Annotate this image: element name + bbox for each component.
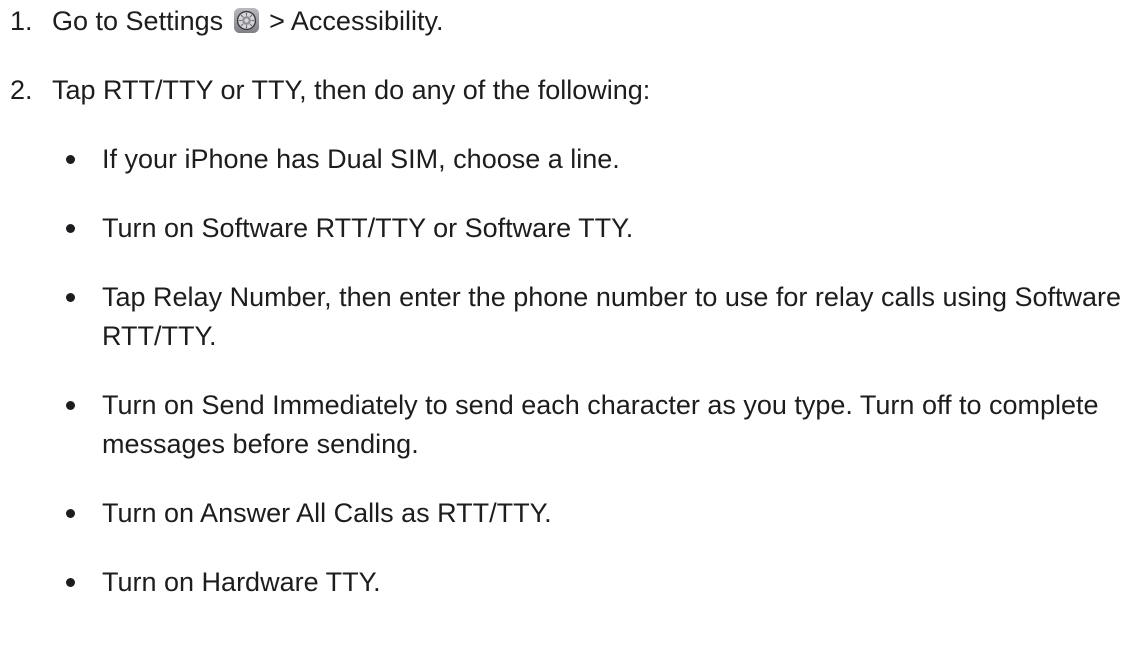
- list-item: Turn on Answer All Calls as RTT/TTY.: [52, 494, 1136, 533]
- list-item: Turn on Hardware TTY.: [52, 563, 1136, 602]
- bullet-dot: [66, 155, 75, 164]
- list-item-text: If your iPhone has Dual SIM, choose a li…: [102, 144, 620, 174]
- step-number: 1.: [10, 6, 33, 36]
- step-text: Go to Settings: [52, 6, 224, 36]
- bullet-dot: [66, 401, 75, 410]
- list-item-text: Turn on Answer All Calls as RTT/TTY.: [102, 498, 552, 528]
- instructions-document: 1. Go to Settings > Accessibility. 2. Ta…: [0, 2, 1136, 602]
- step-2: 2. Tap RTT/TTY or TTY, then do any of th…: [0, 71, 1136, 602]
- list-item-text: Turn on Software RTT/TTY or Software TTY…: [102, 213, 634, 243]
- step-text-after: > Accessibility.: [269, 6, 444, 36]
- settings-gear-icon: [233, 7, 259, 34]
- steps-list: 1. Go to Settings > Accessibility. 2. Ta…: [0, 2, 1136, 602]
- list-item: Turn on Send Immediately to send each ch…: [52, 386, 1136, 464]
- bullet-dot: [66, 578, 75, 587]
- list-item: Turn on Software RTT/TTY or Software TTY…: [52, 209, 1136, 248]
- list-item: Tap Relay Number, then enter the phone n…: [52, 278, 1136, 356]
- list-item-text: Tap Relay Number, then enter the phone n…: [102, 282, 1122, 351]
- bullet-dot: [66, 224, 75, 233]
- list-item: If your iPhone has Dual SIM, choose a li…: [52, 140, 1136, 179]
- bullet-dot: [66, 509, 75, 518]
- bullet-dot: [66, 293, 75, 302]
- step-1: 1. Go to Settings > Accessibility.: [0, 2, 1136, 41]
- list-item-text: Turn on Send Immediately to send each ch…: [102, 390, 1099, 459]
- step-number: 2.: [10, 75, 33, 105]
- list-item-text: Turn on Hardware TTY.: [102, 567, 381, 597]
- bullet-list: If your iPhone has Dual SIM, choose a li…: [52, 140, 1136, 602]
- step-text: Tap RTT/TTY or TTY, then do any of the f…: [52, 75, 651, 105]
